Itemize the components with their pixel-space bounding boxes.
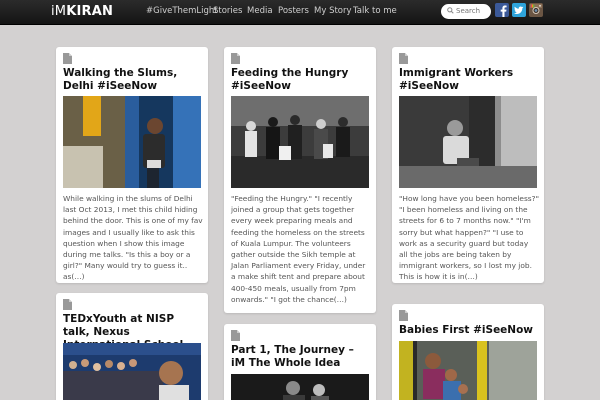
post-icon	[231, 53, 240, 64]
post-title[interactable]: Immigrant Workers #iSeeNow	[399, 67, 537, 93]
post-card[interactable]: Feeding the Hungry #iSeeNow "Feeding the…	[224, 47, 376, 313]
nav-item-stories[interactable]: Stories	[213, 6, 242, 16]
post-card[interactable]: Babies First #iSeeNow	[392, 304, 544, 400]
post-card[interactable]: TEDxYouth at NISP talk, Nexus Internatio…	[56, 293, 208, 400]
nav-item-my-story[interactable]: My Story	[314, 6, 352, 16]
post-excerpt: "Feeding the Hungry." "I recently joined…	[231, 194, 366, 304]
post-icon	[399, 310, 408, 321]
post-card[interactable]: Immigrant Workers #iSeeNow "How long hav…	[392, 47, 544, 283]
post-card[interactable]: Part 1, The Journey – iM The Whole Idea	[224, 324, 376, 400]
post-icon	[63, 53, 72, 64]
site-logo[interactable]: iMKIRAN	[51, 4, 113, 19]
logo-prefix: iM	[51, 4, 67, 19]
post-image[interactable]	[63, 343, 201, 400]
post-title[interactable]: Walking the Slums, Delhi #iSeeNow	[63, 67, 201, 93]
nav-item-talk-to-me[interactable]: Talk to me	[353, 6, 397, 16]
twitter-icon[interactable]	[512, 3, 526, 17]
post-title[interactable]: Feeding the Hungry #iSeeNow	[231, 67, 369, 93]
post-image[interactable]	[231, 374, 369, 400]
post-image[interactable]	[399, 341, 537, 400]
nav-item-media[interactable]: Media	[247, 6, 273, 16]
top-navigation-bar: iMKIRAN #GiveThemLight Stories Media Pos…	[0, 0, 600, 25]
post-image[interactable]	[63, 96, 201, 188]
facebook-icon[interactable]	[495, 3, 509, 17]
search-box	[441, 4, 491, 19]
post-icon	[63, 299, 72, 310]
post-icon	[399, 53, 408, 64]
post-title[interactable]: Babies First #iSeeNow	[399, 324, 537, 337]
nav-item-posters[interactable]: Posters	[278, 6, 309, 16]
post-excerpt: "How long have you been homeless?" "I be…	[399, 194, 539, 282]
post-title[interactable]: Part 1, The Journey – iM The Whole Idea	[231, 344, 369, 370]
logo-main: KIRAN	[66, 4, 114, 19]
search-input[interactable]	[456, 5, 489, 17]
post-card[interactable]: Walking the Slums, Delhi #iSeeNow While …	[56, 47, 208, 283]
search-icon	[447, 7, 454, 14]
nav-item-givethemlight[interactable]: #GiveThemLight	[146, 6, 218, 16]
post-image[interactable]	[399, 96, 537, 188]
post-excerpt: While walking in the slums of Delhi last…	[63, 194, 203, 282]
instagram-icon[interactable]	[529, 3, 543, 17]
post-image[interactable]	[231, 96, 369, 188]
post-icon	[231, 330, 240, 341]
